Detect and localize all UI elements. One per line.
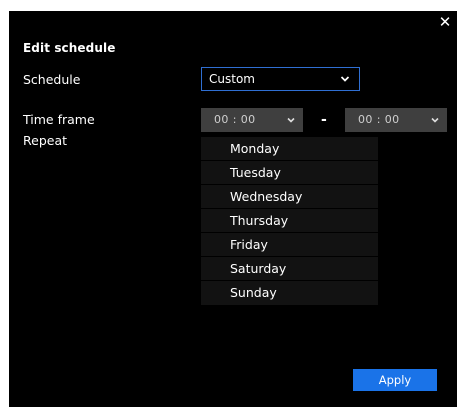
- day-option-tuesday[interactable]: Tuesday: [201, 161, 378, 185]
- chevron-down-icon: [431, 117, 439, 123]
- schedule-label: Schedule: [23, 72, 81, 87]
- edit-schedule-dialog: ✕ Edit schedule Schedule Custom Time fra…: [9, 11, 457, 407]
- day-option-saturday[interactable]: Saturday: [201, 257, 378, 281]
- day-option-sunday[interactable]: Sunday: [201, 281, 378, 304]
- day-option-monday[interactable]: Monday: [201, 137, 378, 161]
- time-separator: -: [321, 112, 327, 128]
- chevron-down-icon: [287, 117, 295, 123]
- schedule-select-value: Custom: [209, 72, 255, 86]
- day-option-friday[interactable]: Friday: [201, 233, 378, 257]
- schedule-select[interactable]: Custom: [201, 67, 360, 91]
- day-option-thursday[interactable]: Thursday: [201, 209, 378, 233]
- repeat-days-list: Monday Tuesday Wednesday Thursday Friday…: [201, 137, 378, 305]
- start-time-select[interactable]: 00 : 00: [201, 108, 303, 132]
- start-time-value: 00 : 00: [214, 113, 256, 126]
- day-option-wednesday[interactable]: Wednesday: [201, 185, 378, 209]
- chevron-down-icon: [340, 76, 350, 82]
- repeat-label: Repeat: [23, 133, 68, 148]
- end-time-value: 00 : 00: [358, 113, 400, 126]
- dialog-title: Edit schedule: [23, 41, 116, 55]
- close-icon: ✕: [438, 13, 452, 31]
- close-button[interactable]: ✕: [437, 14, 453, 30]
- end-time-select[interactable]: 00 : 00: [345, 108, 447, 132]
- time-frame-label: Time frame: [23, 112, 95, 127]
- apply-button[interactable]: Apply: [353, 369, 437, 391]
